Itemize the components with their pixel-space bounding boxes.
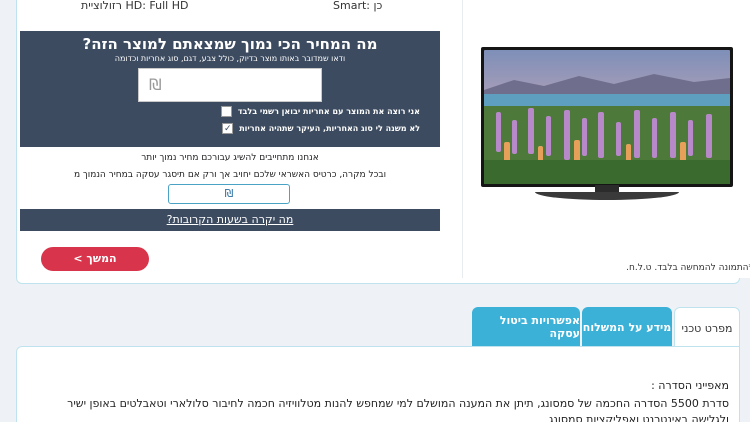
- series-description-line2: ולגלישה באינטרנט ואפליקציות סמסונג: [548, 413, 729, 422]
- checkbox-any-box[interactable]: ✓: [222, 123, 234, 134]
- price-question-subtitle: ודאו שמדובר באותו מוצר בדיוק, כולל צבע, …: [114, 54, 346, 63]
- spec-smart: Smart: כן: [333, 0, 383, 12]
- tech-specs-panel: מאפייני הסדרה : סדרת 5500 הסדרה החכמה של…: [16, 346, 740, 422]
- checkbox-any-warranty[interactable]: לא משנה לי סוג האחריות, העיקר שתהיה אחרי…: [222, 123, 420, 134]
- checkbox-official-box[interactable]: [220, 106, 232, 117]
- price-input[interactable]: ₪: [138, 68, 322, 102]
- checkbox-official-label: אני רוצה את המוצר עם אחריות יבואן רשמי ב…: [237, 107, 420, 116]
- tab-tech-specs[interactable]: מפרט טכני: [674, 307, 740, 349]
- product-image-panel: *התמונה להמחשה בלבד. ט.ל.ח.: [462, 0, 750, 278]
- checkbox-any-label: לא משנה לי סוג האחריות, העיקר שתהיה אחרי…: [239, 124, 420, 133]
- product-card: רזולוציית HD: Full HD Smart: כן מה המחיר…: [16, 0, 750, 284]
- tab-cancellation[interactable]: אפשרויות ביטול עסקה: [472, 307, 580, 347]
- pay-amount-button[interactable]: ₪: [168, 184, 290, 204]
- series-description-line1: סדרת 5500 הסדרה החכמה של סמסונג, תיתן את…: [67, 397, 729, 410]
- promise-line-2: ובכל מקרה, כרטיס האשראי שלכם יחויב אך ור…: [73, 170, 387, 180]
- shekel-icon: ₪: [149, 75, 162, 94]
- tv-image: [481, 47, 733, 203]
- tv-screen-scene: [484, 50, 730, 184]
- image-disclaimer: *התמונה להמחשה בלבד. ט.ל.ח.: [626, 263, 750, 273]
- tab-shipping-info[interactable]: מידע על המשלוח: [582, 307, 672, 347]
- spec-resolution: רזולוציית HD: Full HD: [81, 0, 189, 12]
- tv-stand-base: [535, 192, 679, 200]
- price-question-panel: מה המחיר הכי נמוך שמצאתם למוצר הזה? ודאו…: [20, 31, 440, 147]
- price-question-title: מה המחיר הכי נמוך שמצאתם למוצר הזה?: [82, 35, 378, 53]
- series-heading: מאפייני הסדרה :: [651, 379, 729, 392]
- checkmark-icon: ✓: [223, 123, 232, 134]
- promise-line-1: אנחנו מתחייבים להשיג עבורכם מחיר נמוך יו…: [141, 153, 319, 163]
- what-happens-link[interactable]: מה יקרה בשעות הקרובות?: [20, 209, 440, 231]
- continue-button[interactable]: המשך >: [41, 247, 149, 271]
- checkbox-official-warranty[interactable]: אני רוצה את המוצר עם אחריות יבואן רשמי ב…: [220, 106, 420, 117]
